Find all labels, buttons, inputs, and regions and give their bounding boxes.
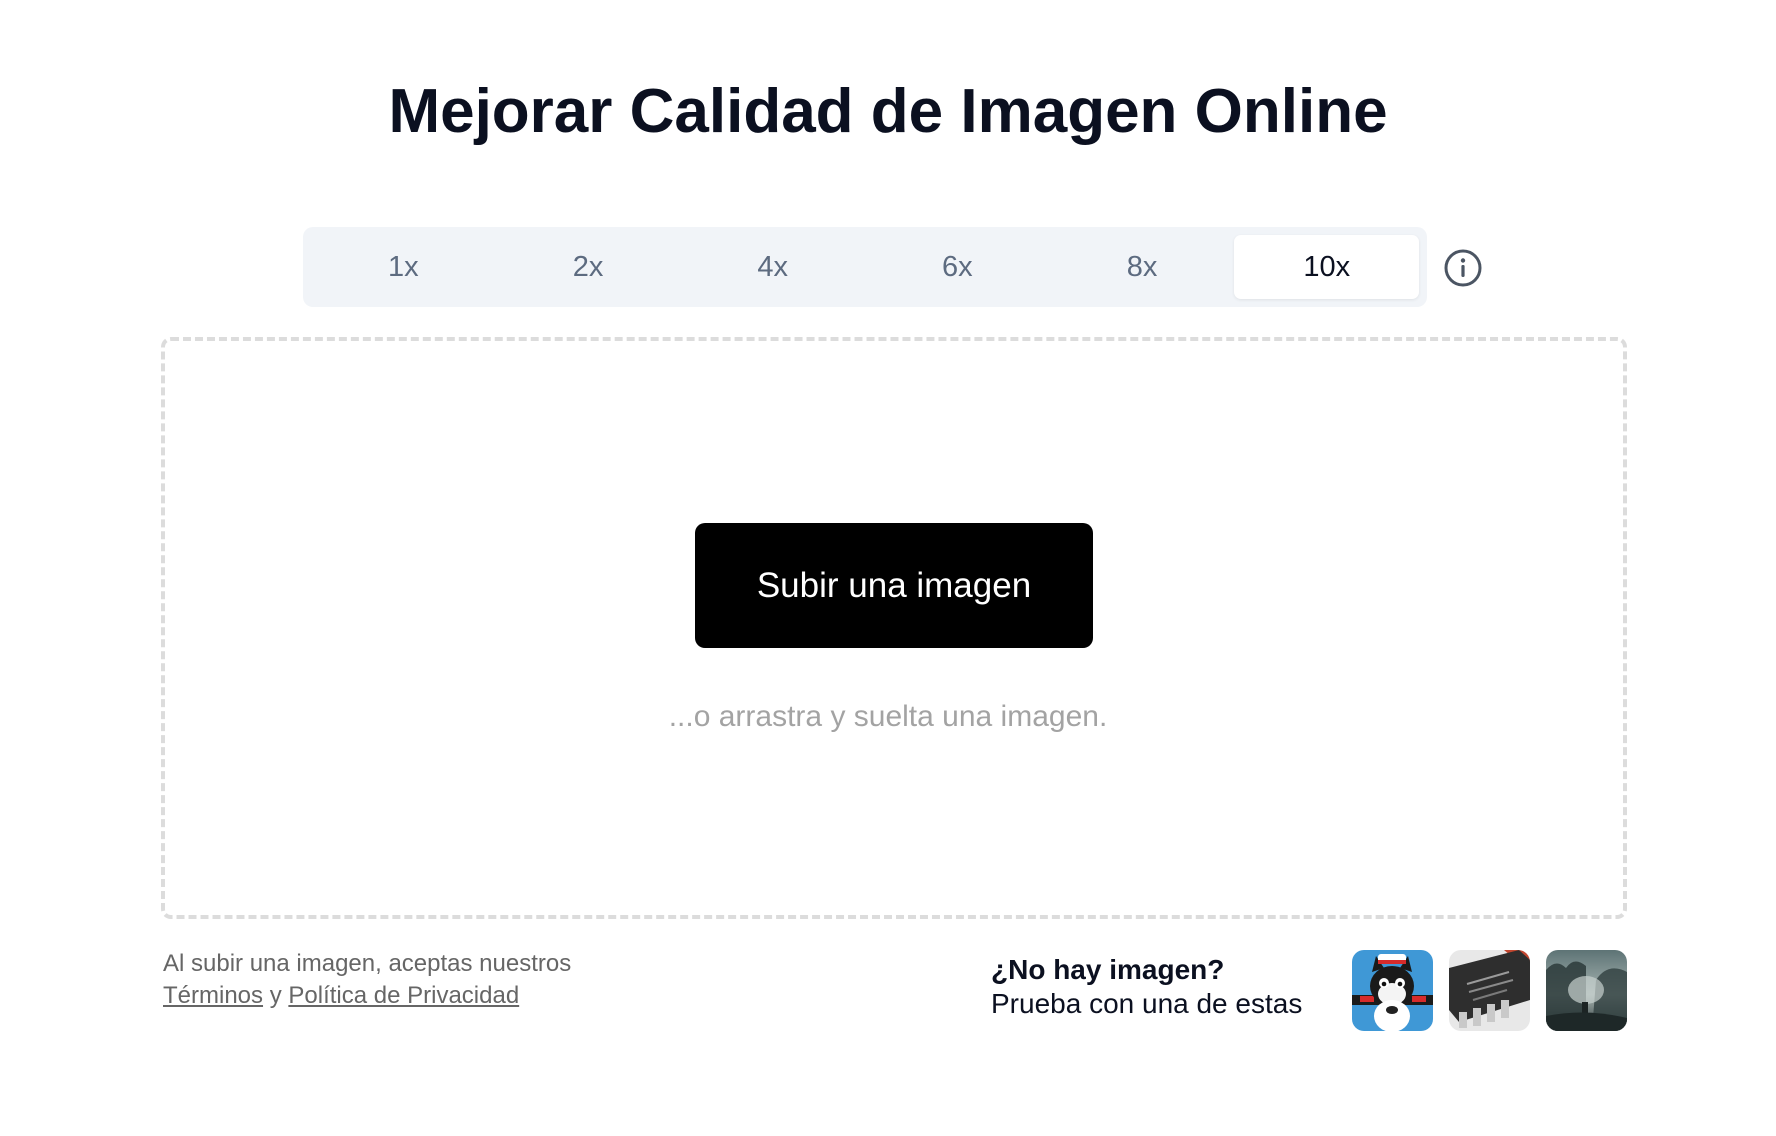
- sample-thumbnail-microchip[interactable]: [1449, 950, 1530, 1031]
- drop-hint-text: ...o arrastra y suelta una imagen.: [668, 700, 1108, 733]
- terms-link[interactable]: Términos: [163, 982, 263, 1009]
- page: Mejorar Calidad de Imagen Online 1x 2x 4…: [0, 0, 1776, 1136]
- info-icon[interactable]: [1443, 248, 1483, 288]
- scale-option-8x[interactable]: 8x: [1050, 235, 1235, 299]
- samples-subtitle: Prueba con una de estas: [991, 988, 1303, 1019]
- page-title: Mejorar Calidad de Imagen Online: [388, 77, 1388, 146]
- sample-thumbnail-cartoon-cat[interactable]: [1352, 950, 1433, 1031]
- sample-thumbnail-misty-landscape[interactable]: [1546, 950, 1627, 1031]
- scale-selector: 1x 2x 4x 6x 8x 10x: [303, 227, 1427, 307]
- scale-option-1x[interactable]: 1x: [311, 235, 496, 299]
- scale-option-6x[interactable]: 6x: [865, 235, 1050, 299]
- samples-title: ¿No hay imagen?: [991, 954, 1225, 985]
- sample-images-prompt: ¿No hay imagen? Prueba con una de estas: [991, 953, 1302, 1021]
- scale-option-10x[interactable]: 10x: [1234, 235, 1420, 299]
- legal-prefix: Al subir una imagen, aceptas nuestros: [163, 950, 572, 977]
- privacy-link[interactable]: Política de Privacidad: [288, 982, 519, 1009]
- scale-option-2x[interactable]: 2x: [496, 235, 681, 299]
- legal-conjunction: y: [269, 982, 282, 1009]
- legal-notice: Al subir una imagen, aceptas nuestros Té…: [163, 948, 571, 1012]
- upload-image-button[interactable]: Subir una imagen: [695, 523, 1093, 648]
- scale-option-4x[interactable]: 4x: [680, 235, 865, 299]
